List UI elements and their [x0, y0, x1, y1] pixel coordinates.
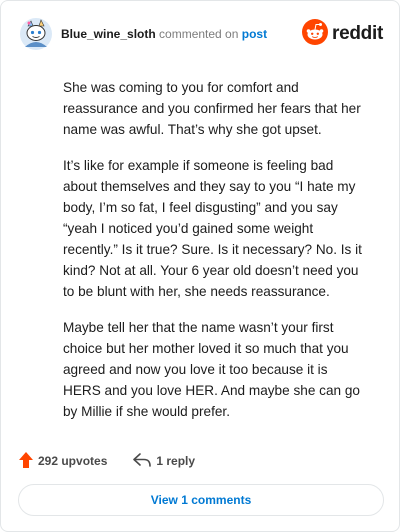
reddit-logo-icon — [302, 18, 329, 50]
comment-card: Blue_wine_sloth commented on post reddit — [0, 0, 400, 532]
view-comments-button[interactable]: View 1 comments — [18, 484, 384, 516]
reply-count: 1 reply — [156, 454, 196, 468]
upvote-button[interactable]: 292 upvotes — [19, 451, 108, 471]
comment-header: Blue_wine_sloth commented on post reddit — [19, 17, 383, 51]
action-text: commented on — [159, 27, 239, 41]
comment-paragraph: It’s like for example if someone is feel… — [63, 158, 362, 299]
comment-byline: Blue_wine_sloth commented on post — [61, 27, 267, 41]
comment-body: She was coming to you for comfort and re… — [63, 77, 363, 437]
username-link[interactable]: Blue_wine_sloth — [61, 27, 156, 41]
reddit-brand[interactable]: reddit — [302, 18, 383, 50]
comment-paragraph: Maybe tell her that the name wasn’t your… — [63, 320, 360, 419]
post-link[interactable]: post — [242, 27, 267, 41]
upvote-arrow-icon — [19, 451, 38, 471]
reddit-wordmark: reddit — [332, 23, 383, 44]
reply-arrow-icon — [133, 452, 156, 470]
comment-actions: 292 upvotes 1 reply — [19, 450, 195, 472]
snoo-avatar-icon[interactable] — [19, 17, 53, 51]
upvote-count: 292 upvotes — [38, 454, 108, 468]
reply-button[interactable]: 1 reply — [133, 452, 196, 470]
comment-paragraph: She was coming to you for comfort and re… — [63, 80, 361, 137]
